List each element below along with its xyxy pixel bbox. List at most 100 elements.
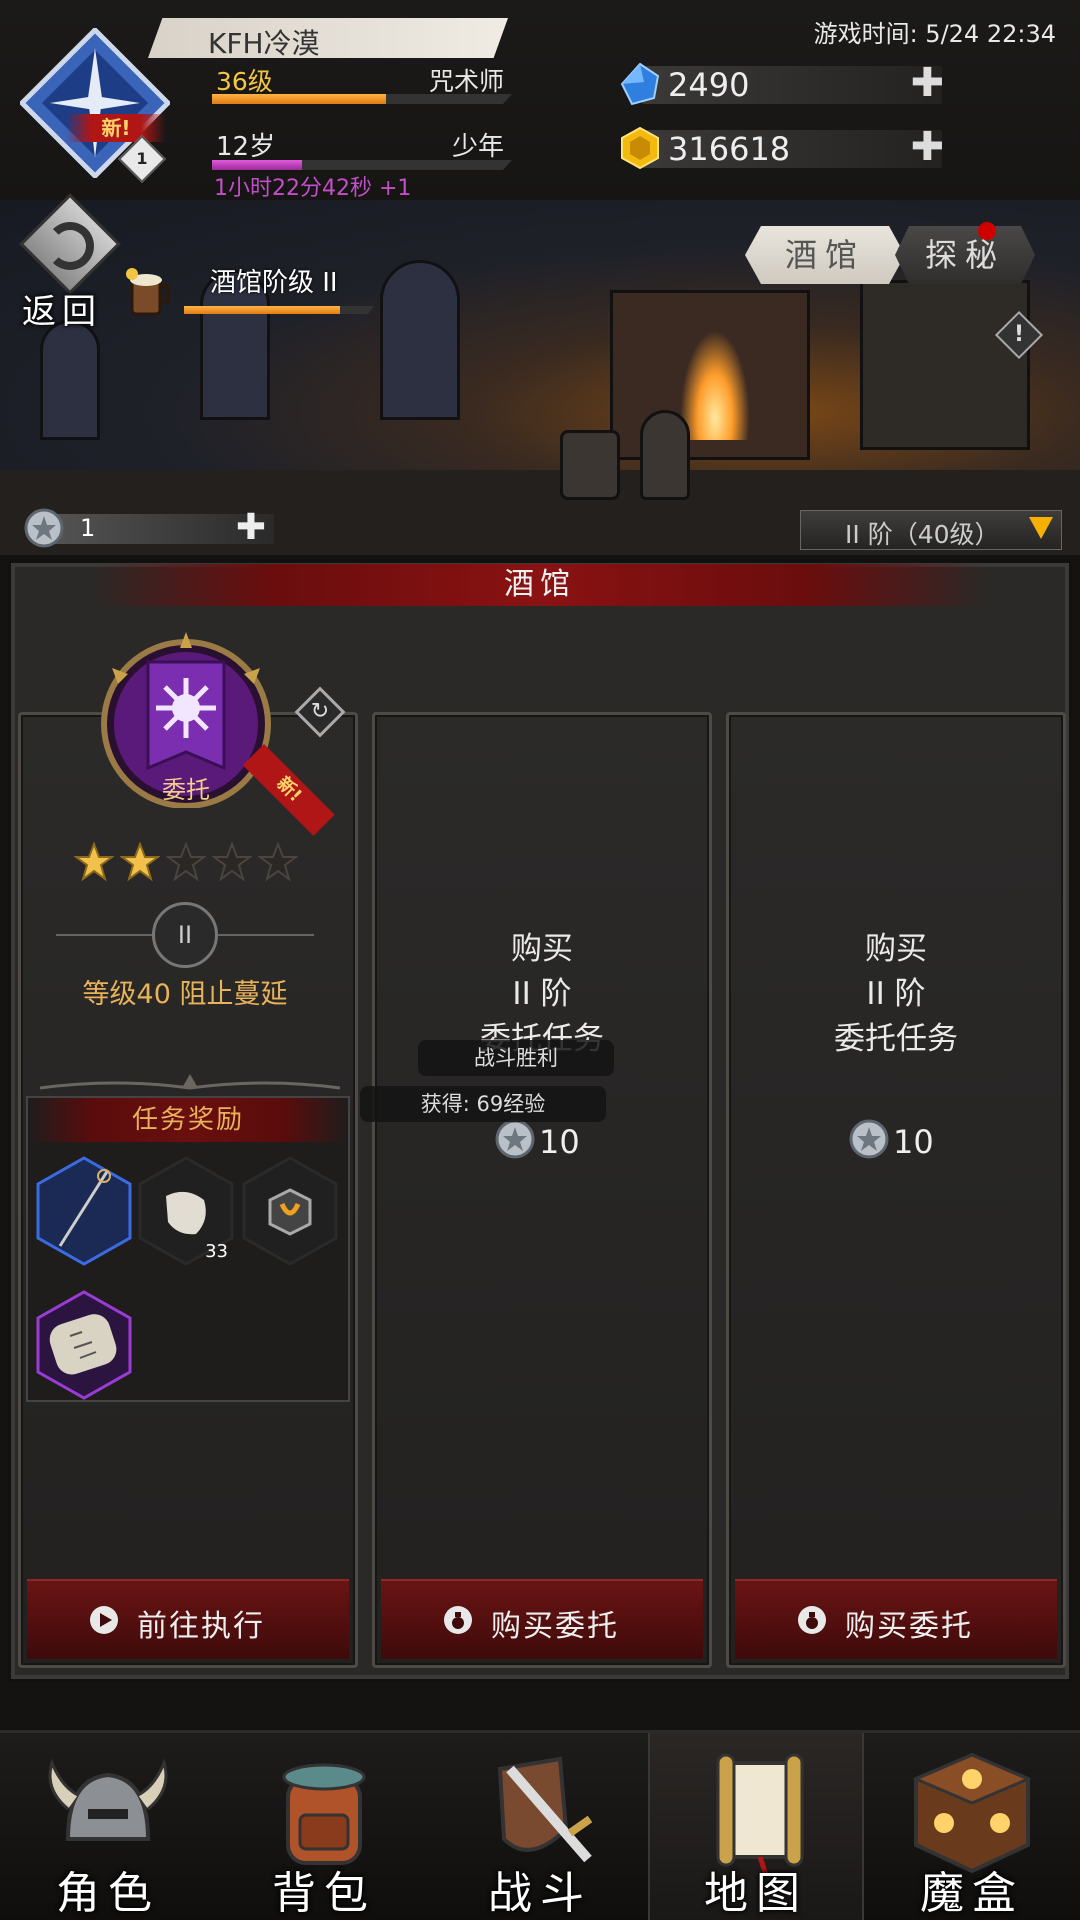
nav-label-magic-box: 魔盒	[920, 1868, 1024, 1919]
commission-emblem: 委托	[96, 628, 276, 809]
play-icon	[90, 1606, 118, 1634]
emblem-label: 委托	[162, 776, 210, 804]
nav-label-battle: 战斗	[488, 1868, 592, 1919]
nav-label-backpack: 背包	[272, 1868, 376, 1919]
panel-title: 酒馆	[90, 564, 990, 606]
silver-coin-icon	[495, 1119, 535, 1159]
commission-card-purchase: 购买 II 阶 委托任务 10 购买委托	[372, 712, 712, 1668]
nav-item-battle[interactable]: 战斗	[432, 1733, 648, 1920]
tab-tavern[interactable]: 酒馆	[745, 226, 905, 284]
star-empty-icon	[258, 842, 298, 882]
star-filled-icon	[120, 842, 160, 882]
info-icon: !	[1013, 322, 1025, 347]
age-timer: 1小时22分42秒 +1	[214, 176, 412, 201]
player-age: 12岁	[216, 132, 276, 162]
blue-gem-icon	[620, 62, 660, 106]
back-label: 返回	[22, 292, 102, 332]
commission-description: 等级40 阻止蔓延	[82, 979, 288, 1010]
battle-victory-toast: 战斗胜利	[418, 1040, 614, 1076]
gold-currency: 316618 ✚	[618, 126, 948, 170]
rune-tablet-icon	[36, 1290, 132, 1400]
buy-commission-label: 购买委托	[845, 1609, 973, 1644]
level-progress-bar	[212, 94, 512, 104]
player-name: KFH冷漠	[208, 27, 320, 60]
reward-item-rapier[interactable]	[36, 1156, 132, 1266]
buy-commission-button[interactable]: 购买委托	[381, 1579, 703, 1659]
gem-currency: 2490 ✚	[618, 62, 948, 106]
add-gold-button[interactable]: ✚	[910, 127, 944, 167]
mug	[560, 430, 620, 500]
gold-gem-icon	[621, 126, 659, 170]
add-ticket-button[interactable]: ✚	[236, 508, 266, 548]
go-execute-label: 前往执行	[137, 1609, 265, 1644]
bottom-nav: 角色 背包 战斗 地图 魔盒	[0, 1730, 1080, 1920]
nav-item-magic-box[interactable]: 魔盒	[864, 1733, 1080, 1920]
bottle	[640, 410, 690, 500]
ornament-divider	[40, 1074, 340, 1090]
divider-line	[218, 934, 314, 936]
game-time: 游戏时间: 5/24 22:34	[813, 20, 1056, 48]
difficulty-stars	[74, 842, 314, 886]
money-bag-icon	[444, 1606, 472, 1634]
notification-dot	[978, 222, 996, 240]
gem-count: 2490	[668, 66, 750, 104]
tab-explore[interactable]: 探秘	[895, 226, 1035, 284]
nav-item-backpack[interactable]: 背包	[216, 1733, 432, 1920]
nav-label-character: 角色	[56, 1868, 160, 1919]
star-empty-icon	[212, 842, 252, 882]
price: 10	[849, 1119, 934, 1163]
offer-line: II 阶	[512, 976, 572, 1012]
back-button[interactable]: 返回	[12, 193, 122, 332]
commission-card-purchase: 购买 II 阶 委托任务 10 购买委托	[726, 712, 1066, 1668]
reward-item-gem[interactable]	[242, 1156, 338, 1266]
player-level: 36级	[216, 67, 273, 96]
player-class: 咒术师	[428, 67, 504, 96]
level-row: 36级 咒术师	[212, 60, 512, 104]
buy-commission-label: 购买委托	[491, 1609, 619, 1644]
price: 10	[495, 1119, 580, 1163]
exp-gained-toast: 获得: 69经验	[360, 1086, 606, 1122]
buy-commission-button[interactable]: 购买委托	[735, 1579, 1057, 1659]
commission-ticket-counter: 1 ✚	[24, 508, 274, 548]
top-header: 新! 1 KFH冷漠 36级 咒术师 12岁 少年 1小时22分42秒 +1 游…	[0, 0, 1080, 201]
reward-count: 33	[205, 1241, 228, 1262]
silver-coin-icon	[24, 508, 64, 548]
reward-item-rune-tablet[interactable]	[36, 1290, 132, 1400]
age-progress-fill	[212, 160, 302, 170]
offer-line: II 阶	[866, 976, 926, 1012]
dropdown-caret-icon	[1029, 517, 1053, 539]
price-value: 10	[539, 1123, 580, 1161]
go-execute-button[interactable]: 前往执行	[27, 1579, 349, 1659]
age-row: 12岁 少年	[212, 126, 512, 170]
money-bag-icon	[798, 1606, 826, 1634]
offer-line: 购买	[865, 931, 927, 967]
tier-dropdown[interactable]: II 阶（40级）	[800, 510, 1062, 550]
refresh-icon: ↻	[310, 699, 330, 724]
life-stage: 少年	[451, 132, 504, 162]
nav-item-character[interactable]: 角色	[0, 1733, 216, 1920]
reward-item-cloth[interactable]: 33	[138, 1156, 234, 1266]
back-arrow-icon	[46, 222, 94, 270]
divider-line	[56, 934, 152, 936]
shelf	[860, 280, 1030, 450]
tier-dropdown-label: II 阶（40级）	[845, 520, 1000, 549]
ticket-count: 1	[80, 514, 96, 542]
player-name-plate: KFH冷漠	[148, 18, 508, 58]
tavern-level-fill	[184, 306, 340, 314]
star-filled-icon	[74, 842, 114, 882]
window-arch	[380, 260, 460, 420]
fireplace-fire	[680, 330, 750, 440]
offer-line: 购买	[511, 931, 573, 967]
tavern-level-label: 酒馆阶级 II	[210, 268, 338, 298]
amber-gem-icon	[242, 1156, 338, 1266]
new-badge: 新!	[66, 114, 166, 142]
reward-title: 任务奖励	[28, 1098, 348, 1142]
window-arch	[40, 320, 100, 440]
level-progress-fill	[212, 94, 386, 104]
star-empty-icon	[166, 842, 206, 882]
add-gems-button[interactable]: ✚	[910, 63, 944, 103]
silver-coin-icon	[849, 1119, 889, 1159]
price-value: 10	[893, 1123, 934, 1161]
nav-item-map[interactable]: 地图	[648, 1733, 864, 1920]
rapier-icon	[36, 1156, 132, 1266]
